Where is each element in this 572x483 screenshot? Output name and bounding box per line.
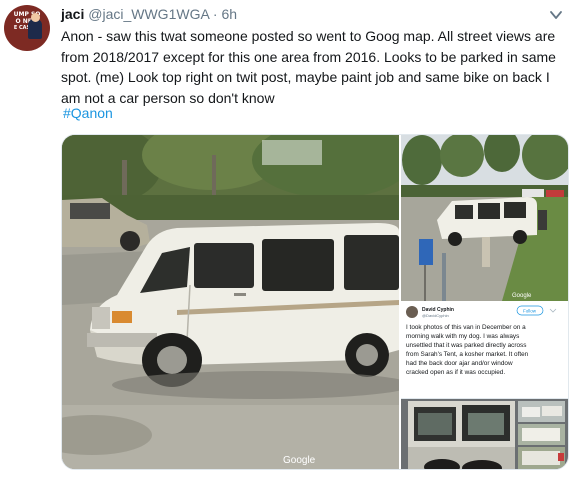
avatar-text-line: E CASTLE: [13, 25, 41, 31]
street-view-thumbnail[interactable]: Google: [401, 135, 568, 301]
embedded-handle: @DavidCyphin: [422, 313, 449, 318]
avatar[interactable]: UMP SO O NEW E CASTLE: [4, 5, 50, 51]
van-photo-collage[interactable]: [401, 399, 568, 469]
user-handle[interactable]: @jaci_WWG1WGA: [88, 6, 209, 22]
separator-dot: ·: [212, 6, 218, 22]
tweet-header: jaci @jaci_WWG1WGA · 6h: [61, 6, 237, 23]
follow-label: Follow: [523, 309, 537, 314]
chevron-down-icon[interactable]: [549, 8, 563, 22]
embedded-tweet-card[interactable]: David Cyphin @DavidCyphin Follow I took …: [401, 303, 568, 399]
avatar-figure: [28, 19, 42, 39]
embedded-avatar: [406, 306, 418, 318]
avatar-text-line: O NEW: [15, 18, 39, 25]
hashtag-link[interactable]: #Qanon: [63, 105, 113, 121]
google-watermark-small: Google: [512, 293, 532, 299]
display-name[interactable]: jaci: [61, 6, 84, 22]
tweet-timestamp[interactable]: 6h: [221, 6, 237, 22]
avatar-text-line: UMP SO: [13, 11, 41, 18]
embedded-text-line: from Sarah's Tent, a kosher market. It o…: [406, 351, 529, 358]
embedded-text-line: unsettled that it was parked directly ac…: [406, 342, 526, 349]
google-watermark: Google: [283, 455, 316, 466]
street-view-photo[interactable]: Google: [62, 135, 412, 469]
embedded-text-line: I took photos of this van in December on…: [406, 324, 526, 331]
tweet-text: Anon - saw this twat someone posted so w…: [61, 28, 556, 106]
embedded-text-line: had the back door ajar and/or window: [406, 360, 513, 367]
avatar-face: [31, 13, 40, 22]
embedded-text-line: morning walk with my dog. I was always: [406, 333, 519, 340]
embedded-text-line: cracked open as if it was occupied.: [406, 369, 505, 376]
tweet-media[interactable]: Google Google David Cyphin @DavidCyphin …: [61, 134, 569, 470]
